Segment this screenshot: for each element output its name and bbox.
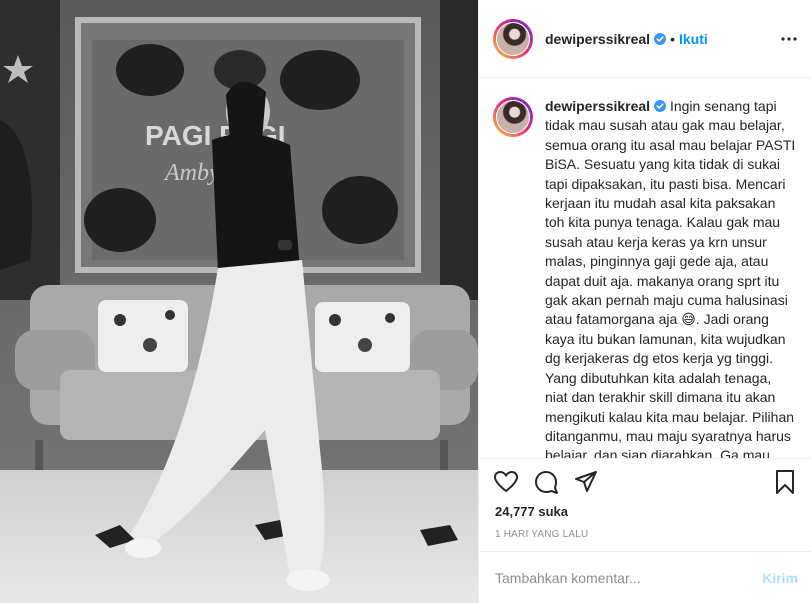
more-icon[interactable] bbox=[780, 30, 798, 48]
post-actions: 24,777 suka 1 HARI YANG LALU Kirim bbox=[479, 458, 811, 603]
caption-avatar-image bbox=[497, 101, 529, 133]
comment-form: Kirim bbox=[479, 551, 811, 603]
post-comment-button[interactable]: Kirim bbox=[762, 570, 798, 586]
caption-body: Ingin senang tapi tidak mau susah atau g… bbox=[545, 98, 796, 458]
verified-badge-icon bbox=[654, 32, 667, 45]
avatar[interactable] bbox=[493, 18, 533, 59]
caption-username[interactable]: dewiperssikreal bbox=[545, 98, 650, 114]
comment-icon[interactable] bbox=[533, 469, 559, 495]
likes-count[interactable]: 24,777 suka bbox=[495, 504, 568, 519]
post-timestamp[interactable]: 1 HARI YANG LALU bbox=[495, 529, 588, 540]
verified-badge-icon bbox=[654, 100, 667, 112]
follow-button[interactable]: Ikuti bbox=[679, 31, 708, 47]
caption-section: dewiperssikreal Ingin senang tapi tidak … bbox=[479, 79, 811, 458]
caption-avatar[interactable] bbox=[493, 97, 533, 137]
share-icon[interactable] bbox=[573, 469, 599, 495]
caption-row: dewiperssikreal Ingin senang tapi tidak … bbox=[493, 97, 796, 458]
post-header: dewiperssikreal • Ikuti bbox=[479, 0, 811, 78]
bookmark-icon[interactable] bbox=[772, 469, 798, 495]
caption-text-block: dewiperssikreal Ingin senang tapi tidak … bbox=[545, 97, 796, 458]
post-username[interactable]: dewiperssikreal bbox=[545, 31, 650, 47]
post-photo[interactable]: PAGI PAGI Ambyarrr bbox=[0, 0, 478, 603]
action-icons bbox=[493, 469, 798, 495]
post-side-panel: dewiperssikreal • Ikuti dewiperssikreal … bbox=[478, 0, 811, 603]
comment-input[interactable] bbox=[495, 570, 763, 586]
separator-dot: • bbox=[670, 30, 675, 47]
heart-icon[interactable] bbox=[493, 469, 519, 495]
avatar-image bbox=[497, 22, 529, 55]
post-photo-image: PAGI PAGI Ambyarrr bbox=[0, 0, 478, 603]
